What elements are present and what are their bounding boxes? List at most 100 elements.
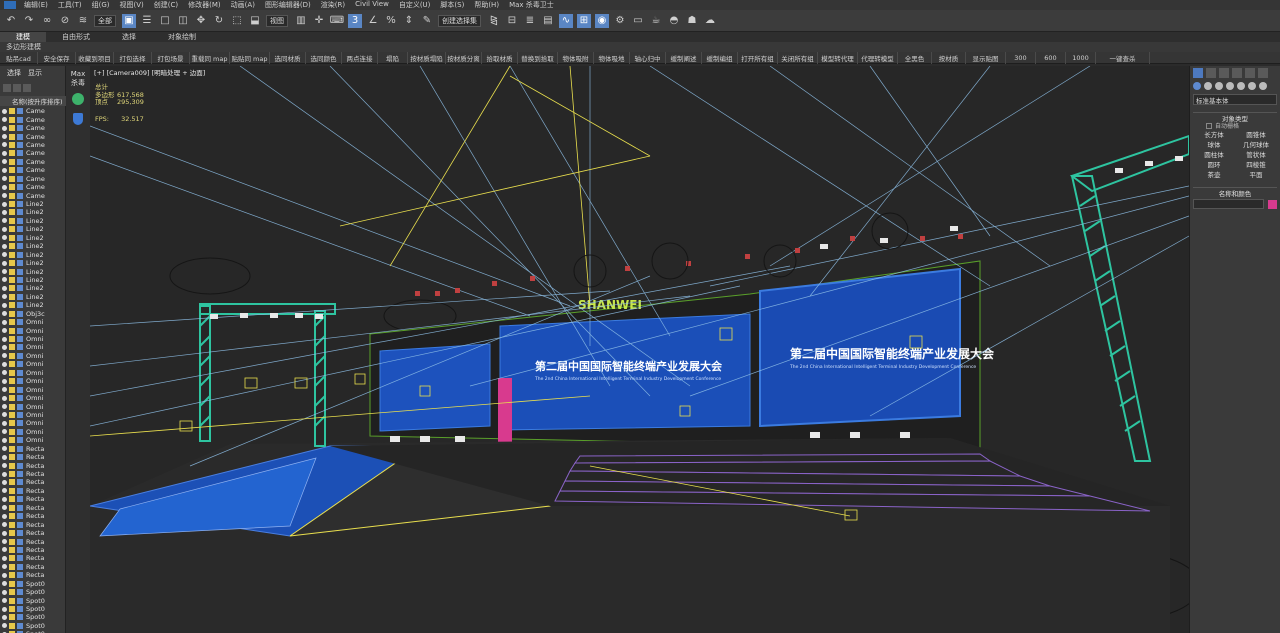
scene-object-row[interactable]: Came <box>0 107 66 115</box>
scene-object-row[interactable]: Recta <box>0 487 66 495</box>
visibility-icon[interactable] <box>2 277 7 283</box>
link-icon[interactable]: ∞ <box>40 14 54 28</box>
render-icon[interactable] <box>9 125 15 132</box>
scene-object-row[interactable]: Recta <box>0 495 66 503</box>
render-icon[interactable] <box>9 116 15 123</box>
scene-object-row[interactable]: Came <box>0 175 66 183</box>
visibility-icon[interactable] <box>2 547 7 553</box>
render-icon[interactable] <box>9 597 15 604</box>
command-button[interactable]: 模型转代理 <box>818 51 858 64</box>
render-icon[interactable] <box>9 361 15 368</box>
mirror-icon[interactable]: ⧎ <box>487 14 501 28</box>
hierarchy-icon[interactable] <box>13 83 21 92</box>
render-icon[interactable] <box>9 479 15 486</box>
render-icon[interactable] <box>9 175 15 182</box>
render-icon[interactable] <box>9 614 15 621</box>
render-icon[interactable] <box>9 209 15 216</box>
render-icon[interactable] <box>9 201 15 208</box>
command-button[interactable]: 显示贴图 <box>966 51 1006 64</box>
command-button[interactable]: 代理转模型 <box>858 51 898 64</box>
menu-item[interactable]: 图形编辑器(D) <box>265 0 311 10</box>
render-icon[interactable] <box>9 411 15 418</box>
render-icon[interactable] <box>9 302 15 309</box>
render-icon[interactable] <box>9 336 15 343</box>
visibility-icon[interactable] <box>2 589 7 595</box>
render-icon[interactable] <box>9 108 15 115</box>
menu-item[interactable]: 创建(C) <box>154 0 178 10</box>
scene-object-row[interactable]: Came <box>0 132 66 141</box>
command-button[interactable]: 贴贴同 map <box>230 51 270 64</box>
edit-named-sets-icon[interactable]: ✎ <box>420 14 434 28</box>
visibility-icon[interactable] <box>2 420 7 426</box>
command-button[interactable]: 300 <box>1006 51 1036 64</box>
menu-item[interactable]: 组(G) <box>92 0 110 10</box>
visibility-icon[interactable] <box>2 285 7 291</box>
render-icon[interactable] <box>9 395 15 402</box>
object-type-button[interactable]: 管状体 <box>1235 150 1277 160</box>
utilities-tab-icon[interactable] <box>1258 68 1268 78</box>
command-button[interactable]: 按材质 <box>932 51 966 64</box>
render-icon[interactable] <box>9 285 15 292</box>
scene-object-row[interactable]: Recta <box>0 546 66 554</box>
command-button[interactable]: 收藏到项目 <box>76 51 114 64</box>
render-icon[interactable] <box>9 293 15 300</box>
render-icon[interactable] <box>9 310 15 317</box>
command-button[interactable]: 贴吊cad <box>0 51 38 64</box>
scene-object-row[interactable]: Spot0 <box>0 596 66 605</box>
render-icon[interactable] <box>9 276 15 283</box>
command-button[interactable]: 缓制阐述 <box>666 51 702 64</box>
bind-spacewarp-icon[interactable]: ≋ <box>76 14 90 28</box>
command-button[interactable]: 选同颜色 <box>306 51 342 64</box>
visibility-icon[interactable] <box>2 581 7 587</box>
visibility-icon[interactable] <box>2 336 7 342</box>
render-icon[interactable] <box>9 504 15 511</box>
scene-object-row[interactable]: Recta <box>0 453 66 461</box>
menu-item[interactable]: 视图(V) <box>120 0 144 10</box>
scene-object-row[interactable]: Omni <box>0 360 66 368</box>
scene-object-row[interactable]: Omni <box>0 419 66 427</box>
cameras-icon[interactable] <box>1226 82 1234 90</box>
ribbon-panel-title[interactable]: 多边形建模 <box>0 42 1280 52</box>
visibility-icon[interactable] <box>2 218 7 224</box>
visibility-icon[interactable] <box>2 361 7 367</box>
unlink-icon[interactable]: ⊘ <box>58 14 72 28</box>
render-icon[interactable] <box>9 487 15 494</box>
ribbon-tab[interactable]: 自由形式 <box>46 32 106 42</box>
scene-object-row[interactable]: Omni <box>0 343 66 351</box>
scene-object-row[interactable]: Omni <box>0 411 66 419</box>
motion-tab-icon[interactable] <box>1232 68 1242 78</box>
scene-object-row[interactable]: Line2 <box>0 276 66 284</box>
visibility-icon[interactable] <box>2 302 7 308</box>
command-button[interactable]: 全黑色 <box>898 51 932 64</box>
render-icon[interactable] <box>9 555 15 562</box>
visibility-icon[interactable] <box>2 260 7 266</box>
lights-icon[interactable] <box>1215 82 1223 90</box>
scene-object-row[interactable]: Omni <box>0 436 66 444</box>
command-button[interactable]: 打开所有组 <box>738 51 778 64</box>
object-type-button[interactable]: 圆锥体 <box>1235 130 1277 140</box>
ribbon-tab[interactable]: 选择 <box>106 32 152 42</box>
command-button[interactable]: 安全保存 <box>38 51 76 64</box>
scene-object-row[interactable]: Line2 <box>0 267 66 276</box>
visibility-icon[interactable] <box>2 243 7 249</box>
command-button[interactable]: 1000 <box>1066 51 1096 64</box>
select-object-icon[interactable]: ▣ <box>122 13 136 28</box>
systems-icon[interactable] <box>1259 82 1267 90</box>
render-icon[interactable] <box>9 496 15 503</box>
command-button[interactable]: 两点连接 <box>342 51 378 64</box>
render-icon[interactable] <box>9 150 15 157</box>
visibility-icon[interactable] <box>2 150 7 156</box>
spacewarps-icon[interactable] <box>1248 82 1256 90</box>
visibility-icon[interactable] <box>2 159 7 165</box>
object-type-button[interactable]: 球体 <box>1193 140 1235 150</box>
visibility-icon[interactable] <box>2 522 7 528</box>
visibility-icon[interactable] <box>2 387 7 393</box>
visibility-icon[interactable] <box>2 471 7 477</box>
tab-select[interactable]: 选择 <box>7 68 21 78</box>
menu-item[interactable]: 帮助(H) <box>474 0 499 10</box>
visibility-icon[interactable] <box>2 319 7 325</box>
visibility-icon[interactable] <box>2 142 7 148</box>
snaps-toggle-icon[interactable]: 3 <box>348 13 362 28</box>
scene-object-row[interactable]: Line2 <box>0 293 66 301</box>
scene-list-header[interactable]: 名称(按升序排序) <box>0 96 66 106</box>
